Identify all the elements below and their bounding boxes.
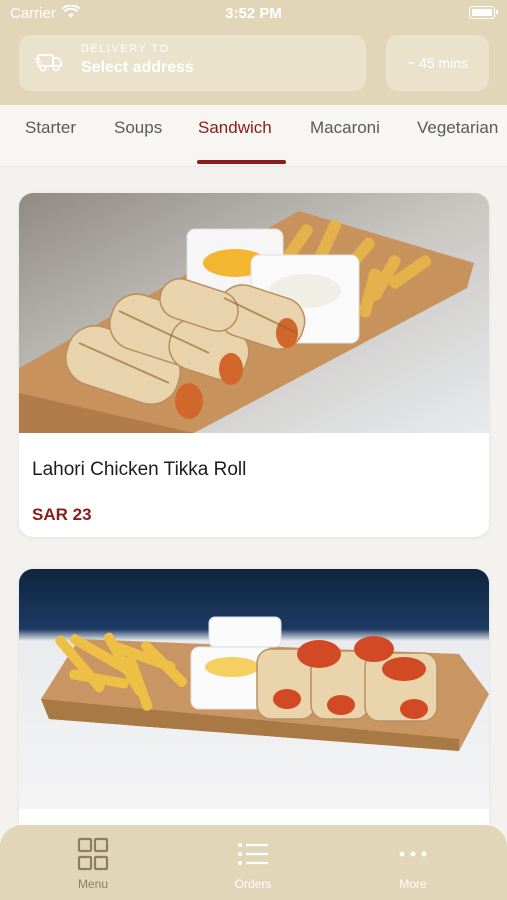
more-dots-icon bbox=[399, 851, 427, 857]
delivery-truck-icon bbox=[35, 54, 62, 72]
product-price: SAR 23 bbox=[32, 505, 92, 524]
nav-more-label: More bbox=[399, 877, 427, 891]
delivery-eta[interactable]: ~ 45 mins bbox=[386, 35, 489, 91]
bottom-tab-bar: Menu Orders More bbox=[0, 825, 507, 900]
delivery-caption: DELIVERY TO bbox=[81, 43, 170, 55]
product-name: Lahori Chicken Tikka Roll bbox=[32, 459, 247, 480]
list-icon bbox=[238, 843, 268, 865]
status-time: 3:52 PM bbox=[225, 5, 282, 22]
tab-vegetarian[interactable]: Vegetarian bbox=[417, 118, 498, 138]
eta-label: ~ 45 mins bbox=[406, 55, 469, 71]
tab-sandwich[interactable]: Sandwich bbox=[198, 118, 272, 138]
delivery-address-selector[interactable]: DELIVERY TO Select address bbox=[19, 35, 366, 91]
tab-soups[interactable]: Soups bbox=[114, 118, 162, 138]
chicken-tikka-roll-photo bbox=[19, 193, 489, 433]
wraps-platter-photo bbox=[19, 569, 489, 809]
nav-orders[interactable]: Orders bbox=[203, 837, 303, 891]
tab-macaroni[interactable]: Macaroni bbox=[310, 118, 380, 138]
address-value: Select address bbox=[81, 59, 194, 76]
nav-menu-label: Menu bbox=[77, 877, 109, 891]
status-bar: Carrier 3:52 PM bbox=[0, 0, 507, 28]
product-card[interactable]: Lahori Chicken Tikka Roll SAR 23 bbox=[19, 193, 489, 537]
nav-orders-label: Orders bbox=[234, 877, 272, 891]
product-card[interactable] bbox=[19, 569, 489, 869]
address-text: DELIVERY TO Select address bbox=[81, 43, 194, 77]
battery-icon bbox=[469, 6, 498, 19]
nav-menu[interactable]: Menu bbox=[43, 837, 143, 891]
category-tabs: Starter Soups Sandwich Macaroni Vegetari… bbox=[0, 105, 507, 167]
tab-starter[interactable]: Starter bbox=[25, 118, 76, 138]
active-tab-indicator bbox=[197, 160, 286, 164]
grid-icon bbox=[77, 837, 109, 871]
nav-more[interactable]: More bbox=[363, 837, 463, 891]
